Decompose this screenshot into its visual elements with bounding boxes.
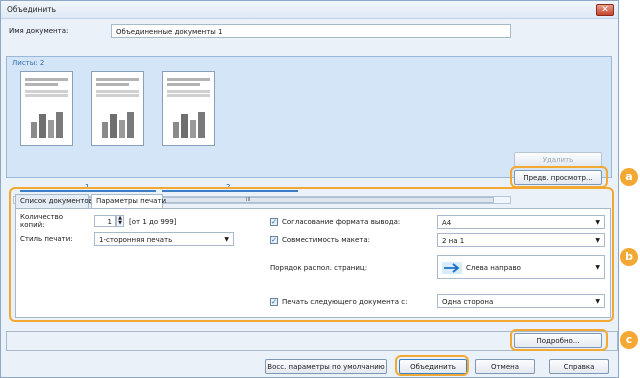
page-thumbnail[interactable] [20, 71, 73, 146]
page-thumbnail[interactable] [91, 71, 144, 146]
pages-header: Листы: 2 [12, 59, 45, 67]
cancel-button-label: Отмена [490, 363, 520, 371]
restore-defaults-button[interactable]: Восс. параметры по умолчанию [265, 359, 387, 374]
city-image-icon [102, 112, 134, 138]
callout-frame-b [9, 187, 614, 322]
callout-frame-c [510, 329, 608, 351]
merge-highlight-frame [395, 355, 469, 376]
title-bar: Объединить ✕ [1, 1, 618, 19]
help-button[interactable]: Справка [549, 359, 609, 374]
city-image-icon [173, 112, 205, 138]
callout-frame-a [510, 166, 608, 188]
callout-badge-c: c [620, 331, 638, 349]
page-thumbnail[interactable] [162, 71, 215, 146]
delete-button[interactable]: Удалить [514, 152, 602, 167]
callout-badge-a: a [620, 168, 638, 186]
cancel-button[interactable]: Отмена [475, 359, 535, 374]
doc-name-label: Имя документа: [9, 27, 69, 35]
restore-defaults-label: Восс. параметры по умолчанию [267, 363, 385, 371]
callout-badge-b: b [620, 248, 638, 266]
help-button-label: Справка [563, 363, 595, 371]
city-image-icon [31, 112, 63, 138]
doc-name-field[interactable]: Объединенные документы 1 [111, 24, 511, 38]
close-icon[interactable]: ✕ [596, 4, 614, 16]
doc-name-value: Объединенные документы 1 [116, 28, 223, 36]
window-title: Объединить [7, 5, 57, 14]
